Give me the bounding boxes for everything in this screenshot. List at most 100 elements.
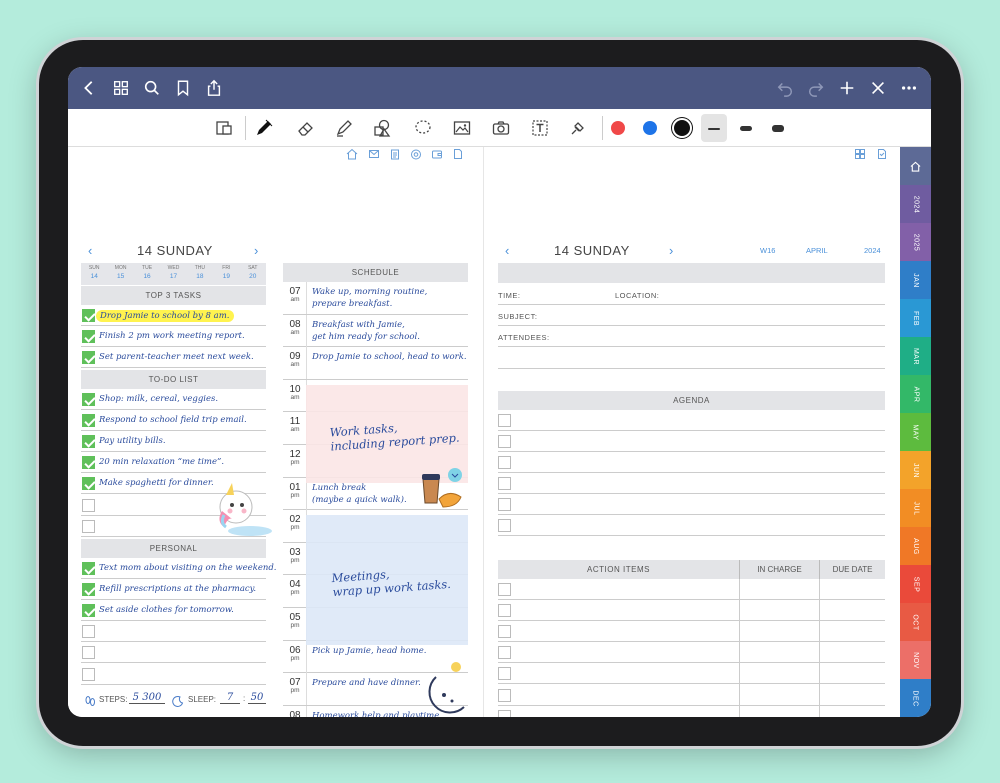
clipboard-icon[interactable] [389, 147, 401, 160]
moon-sticker[interactable] [426, 659, 474, 717]
action-checkbox[interactable] [498, 667, 511, 681]
search-icon[interactable] [137, 67, 167, 109]
checkbox[interactable] [82, 498, 95, 512]
meeting-title-bar[interactable] [498, 263, 885, 283]
month-tab-2024[interactable]: 2024 [900, 185, 931, 224]
personal-text[interactable]: Refill prescriptions at the pharmacy. [99, 584, 256, 594]
undo-icon[interactable] [770, 67, 800, 109]
action-item-row[interactable] [498, 706, 885, 717]
month-tab-mar[interactable]: MAR [900, 337, 931, 376]
action-item-row[interactable] [498, 621, 885, 643]
month-link[interactable]: APRIL [806, 246, 828, 255]
todo-text[interactable]: 20 min relaxation “me time”. [99, 457, 224, 467]
unicorn-sticker[interactable] [210, 481, 276, 537]
color-swatch-red[interactable] [611, 121, 625, 135]
agenda-checkbox[interactable] [498, 498, 511, 511]
month-tab-nov[interactable]: NOV [900, 641, 931, 680]
checkbox[interactable] [82, 309, 95, 322]
checkbox[interactable] [82, 667, 95, 681]
personal-text[interactable]: Set aside clothes for tomorrow. [99, 605, 234, 615]
action-checkbox[interactable] [498, 688, 511, 702]
grid-icon[interactable] [106, 67, 136, 109]
checkbox[interactable] [82, 435, 95, 449]
home-tab[interactable] [900, 147, 931, 186]
schedule-row[interactable]: 08 am Breakfast with Jamie, get him ready f… [283, 314, 468, 348]
agenda-checkbox[interactable] [498, 456, 511, 469]
steps-value[interactable]: 5 300 [129, 692, 165, 704]
action-checkbox[interactable] [498, 646, 511, 660]
schedule-row[interactable]: 07 am Wake up, morning routine, prepare bre… [283, 282, 468, 315]
schedule-entry-text[interactable]: Homework help and playtimewith Jamie. [312, 710, 439, 717]
week-day-tue[interactable]: TUE 16 [134, 263, 160, 285]
month-tab-dec[interactable]: DEC [900, 679, 931, 717]
agenda-row[interactable] [498, 473, 885, 494]
prev-day-chevron[interactable]: ‹ [88, 243, 92, 258]
action-item-row[interactable] [498, 642, 885, 664]
agenda-row[interactable] [498, 494, 885, 515]
agenda-row[interactable] [498, 410, 885, 431]
pen-icon[interactable] [250, 114, 278, 142]
schedule-entry-text[interactable]: Wake up, morning routine, prepare breakfa… [312, 286, 427, 310]
schedule-entry-text[interactable]: Prepare and have dinner. [312, 677, 421, 689]
agenda-checkbox[interactable] [498, 435, 511, 448]
stroke-medium-icon[interactable] [740, 126, 752, 131]
schedule-entry-text[interactable]: Pick up Jamie, head home. [312, 645, 426, 657]
week-link[interactable]: W16 [760, 246, 775, 255]
lasso-icon[interactable] [409, 114, 437, 142]
todo-text[interactable]: Make spaghetti for dinner. [99, 478, 214, 488]
sleep-hours[interactable]: 7 [220, 692, 240, 704]
month-tab-apr[interactable]: APR [900, 375, 931, 414]
wallet-icon[interactable] [431, 147, 443, 159]
action-item-row[interactable] [498, 579, 885, 600]
month-tab-2025[interactable]: 2025 [900, 223, 931, 262]
week-day-sat[interactable]: SAT 20 [240, 263, 266, 285]
month-tab-jan[interactable]: JAN [900, 261, 931, 300]
month-tab-oct[interactable]: OCT [900, 603, 931, 642]
checkbox[interactable] [82, 646, 95, 660]
checkbox[interactable] [82, 477, 95, 491]
checkbox[interactable] [82, 519, 95, 533]
sleep-minutes[interactable]: 50 [248, 692, 266, 704]
back-icon[interactable] [74, 67, 104, 109]
text-box-icon[interactable] [526, 114, 554, 142]
target-icon[interactable] [410, 147, 422, 160]
redo-icon[interactable] [801, 67, 831, 109]
layout-icon[interactable] [854, 147, 866, 159]
top3-text[interactable]: Finish 2 pm work meeting report. [99, 331, 245, 341]
right-next-day-chevron[interactable]: › [669, 243, 673, 258]
checkbox[interactable] [82, 414, 95, 428]
month-tab-sep[interactable]: SEP [900, 565, 931, 604]
month-tab-feb[interactable]: FEB [900, 299, 931, 338]
week-day-mon[interactable]: MON 15 [107, 263, 133, 285]
week-day-thu[interactable]: THU 18 [187, 263, 213, 285]
year-link[interactable]: 2024 [864, 246, 881, 255]
month-tab-aug[interactable]: AUG [900, 527, 931, 566]
schedule-entry-text[interactable]: Lunch break (maybe a quick walk). [312, 482, 407, 506]
agenda-checkbox[interactable] [498, 477, 511, 490]
highlighter-icon[interactable] [330, 114, 358, 142]
action-checkbox[interactable] [498, 604, 511, 618]
action-checkbox[interactable] [498, 583, 511, 596]
checkbox[interactable] [82, 604, 95, 618]
camera-icon[interactable] [487, 114, 515, 142]
share-icon[interactable] [199, 67, 229, 109]
action-checkbox[interactable] [498, 709, 511, 717]
todo-text[interactable]: Pay utility bills. [99, 436, 166, 446]
bookmark-icon[interactable] [168, 67, 198, 109]
top3-text[interactable]: Drop Jamie to school by 8 am. [96, 310, 234, 322]
top3-text[interactable]: Set parent-teacher meet next week. [99, 352, 254, 362]
agenda-row[interactable] [498, 515, 885, 536]
action-item-row[interactable] [498, 685, 885, 706]
agenda-checkbox[interactable] [498, 519, 511, 532]
element-tool-icon[interactable] [564, 114, 592, 142]
schedule-entry-text[interactable]: Drop Jamie to school, head to work. [312, 351, 467, 363]
checkbox[interactable] [82, 330, 95, 344]
week-day-sun[interactable]: SUN 14 [81, 263, 107, 285]
home-icon[interactable] [346, 147, 358, 160]
schedule-entry-text[interactable]: Breakfast with Jamie, get him ready for s… [312, 319, 420, 343]
checkbox[interactable] [82, 625, 95, 639]
coffee-croissant-sticker[interactable] [417, 465, 467, 513]
stroke-thick-icon[interactable] [772, 125, 784, 132]
right-prev-day-chevron[interactable]: ‹ [505, 243, 509, 258]
action-checkbox[interactable] [498, 625, 511, 639]
